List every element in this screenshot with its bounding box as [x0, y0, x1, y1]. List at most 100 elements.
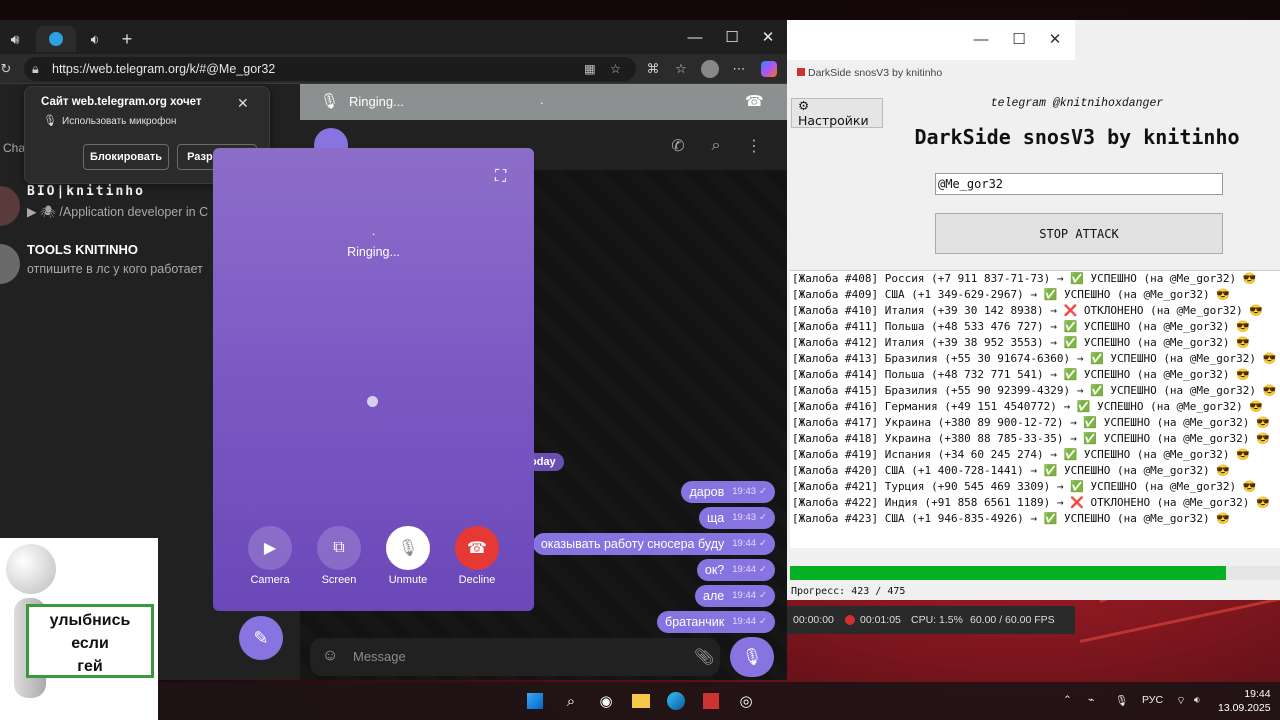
- language-indicator[interactable]: РУС: [1142, 694, 1163, 706]
- url-field[interactable]: 🔒︎ https://web.telegram.org/k/#@Me_gor32…: [24, 57, 636, 81]
- unmute-label: Unmute: [388, 574, 428, 586]
- log-line: [Жалоба #413] Бразилия (+55 30 91674-636…: [792, 352, 1277, 365]
- copilot-icon[interactable]: [759, 59, 779, 79]
- speaker-icon[interactable]: 🔊︎: [4, 26, 26, 52]
- unmute-button[interactable]: 🎙︎: [386, 526, 430, 570]
- log-line: [Жалоба #420] США (+1 400-728-1441) → ✅ …: [792, 464, 1230, 477]
- tab-audio-icon[interactable]: 🔉︎: [84, 26, 106, 52]
- address-bar: ↻ 🔒︎ https://web.telegram.org/k/#@Me_gor…: [0, 54, 787, 84]
- message-bubble[interactable]: даров 19:43 ✓: [681, 481, 775, 503]
- log-line: [Жалоба #421] Турция (+90 545 469 3309) …: [792, 480, 1257, 493]
- avatar: [0, 244, 20, 284]
- new-tab-icon[interactable]: +: [116, 26, 138, 52]
- chevron-up-icon[interactable]: ⌃: [1063, 694, 1072, 706]
- reader-icon[interactable]: ▦: [584, 57, 596, 81]
- reload-icon[interactable]: ↻: [0, 59, 16, 79]
- log-line: [Жалоба #409] США (+1 349-629-2967) → ✅ …: [792, 288, 1230, 301]
- record-time: 00:01:05: [860, 614, 901, 626]
- camera-icon: ▶: [263, 540, 277, 557]
- log-line: [Жалоба #419] Испания (+34 60 245 274) →…: [792, 448, 1250, 461]
- tab-telegram[interactable]: [36, 26, 76, 52]
- report-log[interactable]: [Жалоба #408] Россия (+7 911 837-71-73) …: [790, 270, 1280, 548]
- app-titlebar: — ☐ ✕: [787, 20, 1075, 60]
- network-icon[interactable]: ⌁: [1088, 694, 1094, 706]
- window-title-text: DarkSide snosV3 by knitinho: [808, 67, 943, 79]
- message-bubble[interactable]: братанчик 19:44 ✓: [657, 611, 775, 633]
- mic-button[interactable]: 🎙︎: [730, 637, 774, 677]
- log-line: [Жалоба #415] Бразилия (+55 90 92399-432…: [792, 384, 1277, 397]
- wifi-icon[interactable]: ⌔: [1176, 694, 1186, 708]
- compose-button[interactable]: ✎: [239, 616, 283, 660]
- microphone-icon: 🎙︎: [43, 115, 57, 127]
- profile-avatar[interactable]: [700, 59, 720, 79]
- log-line: [Жалоба #416] Германия (+49 151 4540772)…: [792, 400, 1264, 413]
- emoji-icon[interactable]: ☺: [322, 647, 338, 665]
- app-icon[interactable]: [701, 691, 721, 711]
- fullscreen-icon[interactable]: ⛶: [495, 168, 506, 186]
- message-time: 19:43: [732, 512, 757, 523]
- lock-icon: 🔒︎: [32, 62, 39, 76]
- start-icon[interactable]: [525, 691, 545, 711]
- message-bubble[interactable]: ща 19:43 ✓: [699, 507, 775, 529]
- message-bubble[interactable]: але 19:44 ✓: [695, 585, 775, 607]
- search-icon[interactable]: ⌕: [705, 135, 727, 157]
- permission-subtitle: Использовать микрофон: [62, 116, 177, 127]
- widgets-icon[interactable]: ◉: [596, 691, 616, 711]
- minimize-button[interactable]: —: [963, 28, 999, 50]
- close-button[interactable]: ✕: [1037, 28, 1073, 50]
- window-title: DarkSide snosV3 by knitinho: [797, 67, 942, 79]
- app-heading: DarkSide snosV3 by knitinho: [914, 125, 1240, 149]
- close-button[interactable]: ✕: [750, 26, 786, 48]
- clock-date: 13.09.2025: [1218, 702, 1271, 714]
- volume-icon[interactable]: 🔉︎: [1194, 694, 1201, 707]
- favorite-icon[interactable]: ☆: [610, 57, 621, 81]
- maximize-button[interactable]: ☐: [1001, 28, 1037, 50]
- telegram-icon: [49, 32, 63, 46]
- cpu-usage: CPU: 1.5%: [911, 614, 963, 626]
- progress-bar: [790, 566, 1280, 580]
- chat-name: BIO|knitinho: [27, 184, 145, 199]
- log-line: [Жалоба #423] США (+1 946-835-4926) → ✅ …: [792, 512, 1230, 525]
- hangup-icon[interactable]: ☎: [745, 92, 764, 110]
- more-vertical-icon[interactable]: ⋮: [743, 135, 765, 157]
- meme-line: гей: [77, 658, 103, 675]
- log-line: [Жалоба #418] Украина (+380 88 785-33-35…: [792, 432, 1270, 445]
- clock[interactable]: 19:44 13.09.2025: [1218, 687, 1271, 715]
- app-icon: [797, 68, 805, 76]
- edge-icon[interactable]: [666, 691, 686, 711]
- target-input[interactable]: @Me_gor32: [935, 173, 1223, 195]
- maximize-button[interactable]: ☐: [714, 26, 750, 48]
- screen-share-button[interactable]: ⧉: [317, 526, 361, 570]
- stop-attack-button[interactable]: STOP ATTACK: [935, 213, 1223, 254]
- decline-button[interactable]: ☎: [455, 526, 499, 570]
- microphone-icon[interactable]: 🎙︎: [1115, 694, 1128, 707]
- search-icon[interactable]: ⌕: [561, 691, 581, 711]
- message-composer[interactable]: ☺ Message 📎︎: [310, 638, 720, 676]
- meme-overlay: улыбнись если гей: [0, 538, 158, 720]
- message-time: 19:44: [732, 590, 757, 601]
- file-explorer-icon[interactable]: [631, 691, 651, 711]
- mic-off-icon[interactable]: 🎙︎: [320, 92, 339, 110]
- message-text: братанчик: [665, 615, 725, 629]
- camera-button[interactable]: ▶: [248, 526, 292, 570]
- attach-icon[interactable]: 📎︎: [694, 647, 714, 667]
- message-time: 19:43: [732, 486, 757, 497]
- call-status-bar[interactable]: 🎙︎ Ringing... . ☎: [300, 84, 787, 120]
- meme-sign: улыбнись если гей: [26, 604, 154, 678]
- log-line: [Жалоба #408] Россия (+7 911 837-71-73) …: [792, 272, 1257, 285]
- log-line: [Жалоба #417] Украина (+380 89 900-12-72…: [792, 416, 1270, 429]
- minimize-button[interactable]: —: [677, 26, 713, 48]
- clock-time: 19:44: [1244, 688, 1271, 700]
- mic-icon: 🎙︎: [741, 649, 763, 666]
- message-bubble[interactable]: оказывать работу сносера буду 19:44 ✓: [532, 533, 775, 555]
- favorites-icon[interactable]: ☆: [671, 59, 691, 79]
- chat-preview: ▶ 🕷 /Application developer in C: [27, 205, 209, 219]
- block-button[interactable]: Блокировать: [83, 144, 169, 170]
- message-bubble[interactable]: ок? 19:44 ✓: [696, 559, 775, 581]
- phone-icon[interactable]: ✆: [667, 135, 689, 157]
- close-icon[interactable]: ✕: [237, 95, 249, 112]
- taskbar: ⌕ ◉ ◎ ⌃ ⌁ 🎙︎ РУС ⌔ 🔉︎ 19:44 13.09.2025: [158, 682, 1280, 720]
- more-menu-icon[interactable]: ⋯: [729, 59, 749, 79]
- obs-icon[interactable]: ◎: [736, 691, 756, 711]
- extension-icon[interactable]: ⌘: [643, 59, 663, 79]
